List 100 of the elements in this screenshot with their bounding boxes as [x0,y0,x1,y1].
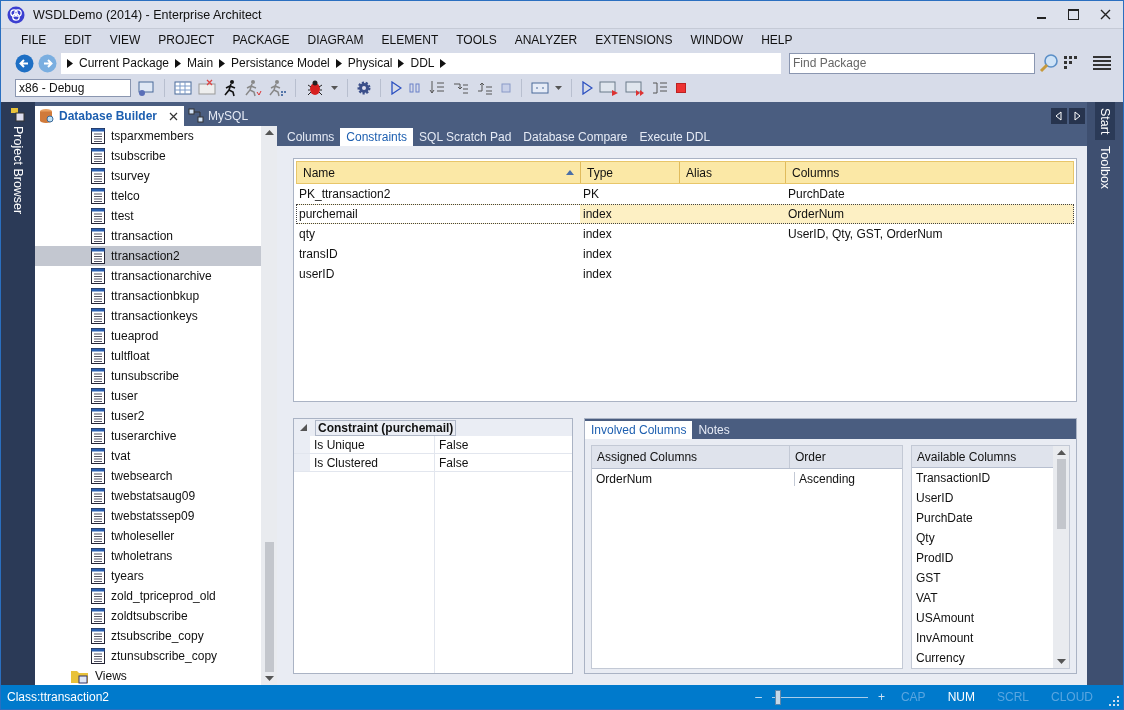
tree-item[interactable]: ttransactionarchive [35,266,261,286]
document-tab[interactable]: MySQL [184,106,255,126]
runner-icon[interactable] [222,79,238,97]
scroll-left-icon[interactable] [1051,108,1067,124]
tree-item[interactable]: ttransactionkeys [35,306,261,326]
maximize-icon[interactable] [1068,9,1079,20]
breadcrumb[interactable]: Physical [347,56,393,70]
menu-item[interactable]: PACKAGE [223,32,299,47]
breadcrumb[interactable]: Main [187,56,214,70]
tree-item[interactable]: tvat [35,446,261,466]
tree-item[interactable]: ttransaction [35,226,261,246]
list-item[interactable]: TransactionID [912,468,1053,488]
tree-item[interactable]: ttransactionbkup [35,286,261,306]
menu-item[interactable]: VIEW [100,32,150,47]
scroll-thumb[interactable] [264,542,274,672]
tab[interactable]: Involved Columns [585,421,693,439]
tab[interactable]: Database Compare [517,128,634,146]
caret-icon[interactable] [67,58,73,68]
scroll-up-icon[interactable] [264,130,274,135]
list-item[interactable]: ProdID [912,548,1053,568]
tree-item[interactable]: ztsubscribe_copy [35,626,261,646]
tab[interactable]: Columns [281,128,341,146]
search-field[interactable]: Find Package [789,52,1035,74]
tree-item[interactable]: twebstatsaug09 [35,486,261,506]
tree-item[interactable]: tultfloat [35,346,261,366]
tree-item[interactable]: ztunsubscribe_copy [35,646,261,666]
tree-item[interactable]: twebstatssep09 [35,506,261,526]
back-icon[interactable] [15,53,34,73]
table-row[interactable]: purchemail index OrderNum [296,204,1074,224]
slider-thumb[interactable] [774,689,781,705]
tab[interactable]: Constraints [340,128,414,146]
property-value[interactable]: False [435,436,572,453]
tab[interactable]: Execute DDL [633,128,717,146]
play-icon[interactable] [390,81,402,95]
column-header[interactable]: Name [297,162,581,183]
column-header[interactable]: Available Columns [912,446,1053,468]
table-grid-icon[interactable] [198,79,216,97]
menu-item[interactable]: PROJECT [149,32,224,47]
screen-play-icon[interactable] [625,79,645,97]
tree-item[interactable]: tueaprod [35,326,261,346]
column-header[interactable]: Assigned Columns [592,446,790,468]
bug-icon[interactable] [305,79,325,97]
menu-icon[interactable] [1093,55,1111,71]
list-item[interactable]: InvAmount [912,628,1053,648]
list-item[interactable]: UserID [912,488,1053,508]
menu-item[interactable]: ELEMENT [372,32,448,47]
side-tab[interactable]: Start [1095,102,1115,141]
close-icon[interactable] [169,111,179,121]
table-row[interactable]: PK_ttransaction2 PK PurchDate [296,184,1074,204]
tree-item[interactable]: tuser2 [35,406,261,426]
scrollbar[interactable] [261,126,277,685]
gear-icon[interactable] [357,81,371,95]
scrollbar[interactable] [1053,446,1069,668]
tree-item[interactable]: Views [35,666,261,685]
caret-icon[interactable] [219,58,226,68]
tree-item[interactable]: tuserarchive [35,426,261,446]
scroll-up-icon[interactable] [1056,450,1066,455]
menu-item[interactable]: EDIT [55,32,101,47]
scroll-down-icon[interactable] [264,676,274,681]
expand-arrow-icon[interactable] [300,424,307,431]
scroll-thumb[interactable] [1056,459,1066,529]
caret-icon[interactable] [398,58,405,68]
list-item[interactable]: VAT [912,588,1053,608]
side-tab[interactable]: Toolbox [1098,140,1112,196]
dropdown-arrow-icon[interactable] [555,86,562,90]
zoom-in-button[interactable]: + [877,690,885,704]
column-header[interactable]: Columns [786,162,1073,183]
configuration-field[interactable]: x86 - Debug [15,79,131,97]
screen-icon[interactable] [137,79,155,97]
tree-item[interactable]: zoldtsubscribe [35,606,261,626]
close-icon[interactable] [1100,9,1111,20]
tree-item[interactable]: tsubscribe [35,146,261,166]
tree-item[interactable]: twebsearch [35,466,261,486]
breadcrumb[interactable]: Current Package [79,56,170,70]
tab[interactable]: SQL Scratch Pad [413,128,518,146]
table-row[interactable]: transID index [296,244,1074,264]
table-grid-icon[interactable] [174,79,192,97]
play-icon[interactable] [581,81,593,95]
tree-item[interactable]: zold_tpriceprod_old [35,586,261,606]
tab[interactable]: Notes [692,421,736,439]
tree-item[interactable]: twholeseller [35,526,261,546]
list-item[interactable]: PurchDate [912,508,1053,528]
table-row[interactable]: userID index [296,264,1074,284]
caret-icon[interactable] [335,58,342,68]
menu-item[interactable]: DIAGRAM [298,32,373,47]
column-header[interactable]: Alias [680,162,786,183]
menu-item[interactable]: TOOLS [447,32,506,47]
tree-item[interactable]: tunsubscribe [35,366,261,386]
caret-icon[interactable] [175,58,182,68]
scroll-down-icon[interactable] [1056,659,1066,664]
menu-item[interactable]: HELP [752,32,802,47]
side-tab[interactable]: Project Browser [11,126,25,215]
property-value[interactable]: False [435,454,572,471]
tree-item[interactable]: tyears [35,566,261,586]
tree-item[interactable]: ttelco [35,186,261,206]
list-item[interactable]: GST [912,568,1053,588]
list-item[interactable]: Currency [912,648,1053,668]
column-header[interactable]: Order [790,446,902,468]
dropdown-arrow-icon[interactable] [331,86,338,90]
scroll-right-icon[interactable] [1069,108,1085,124]
